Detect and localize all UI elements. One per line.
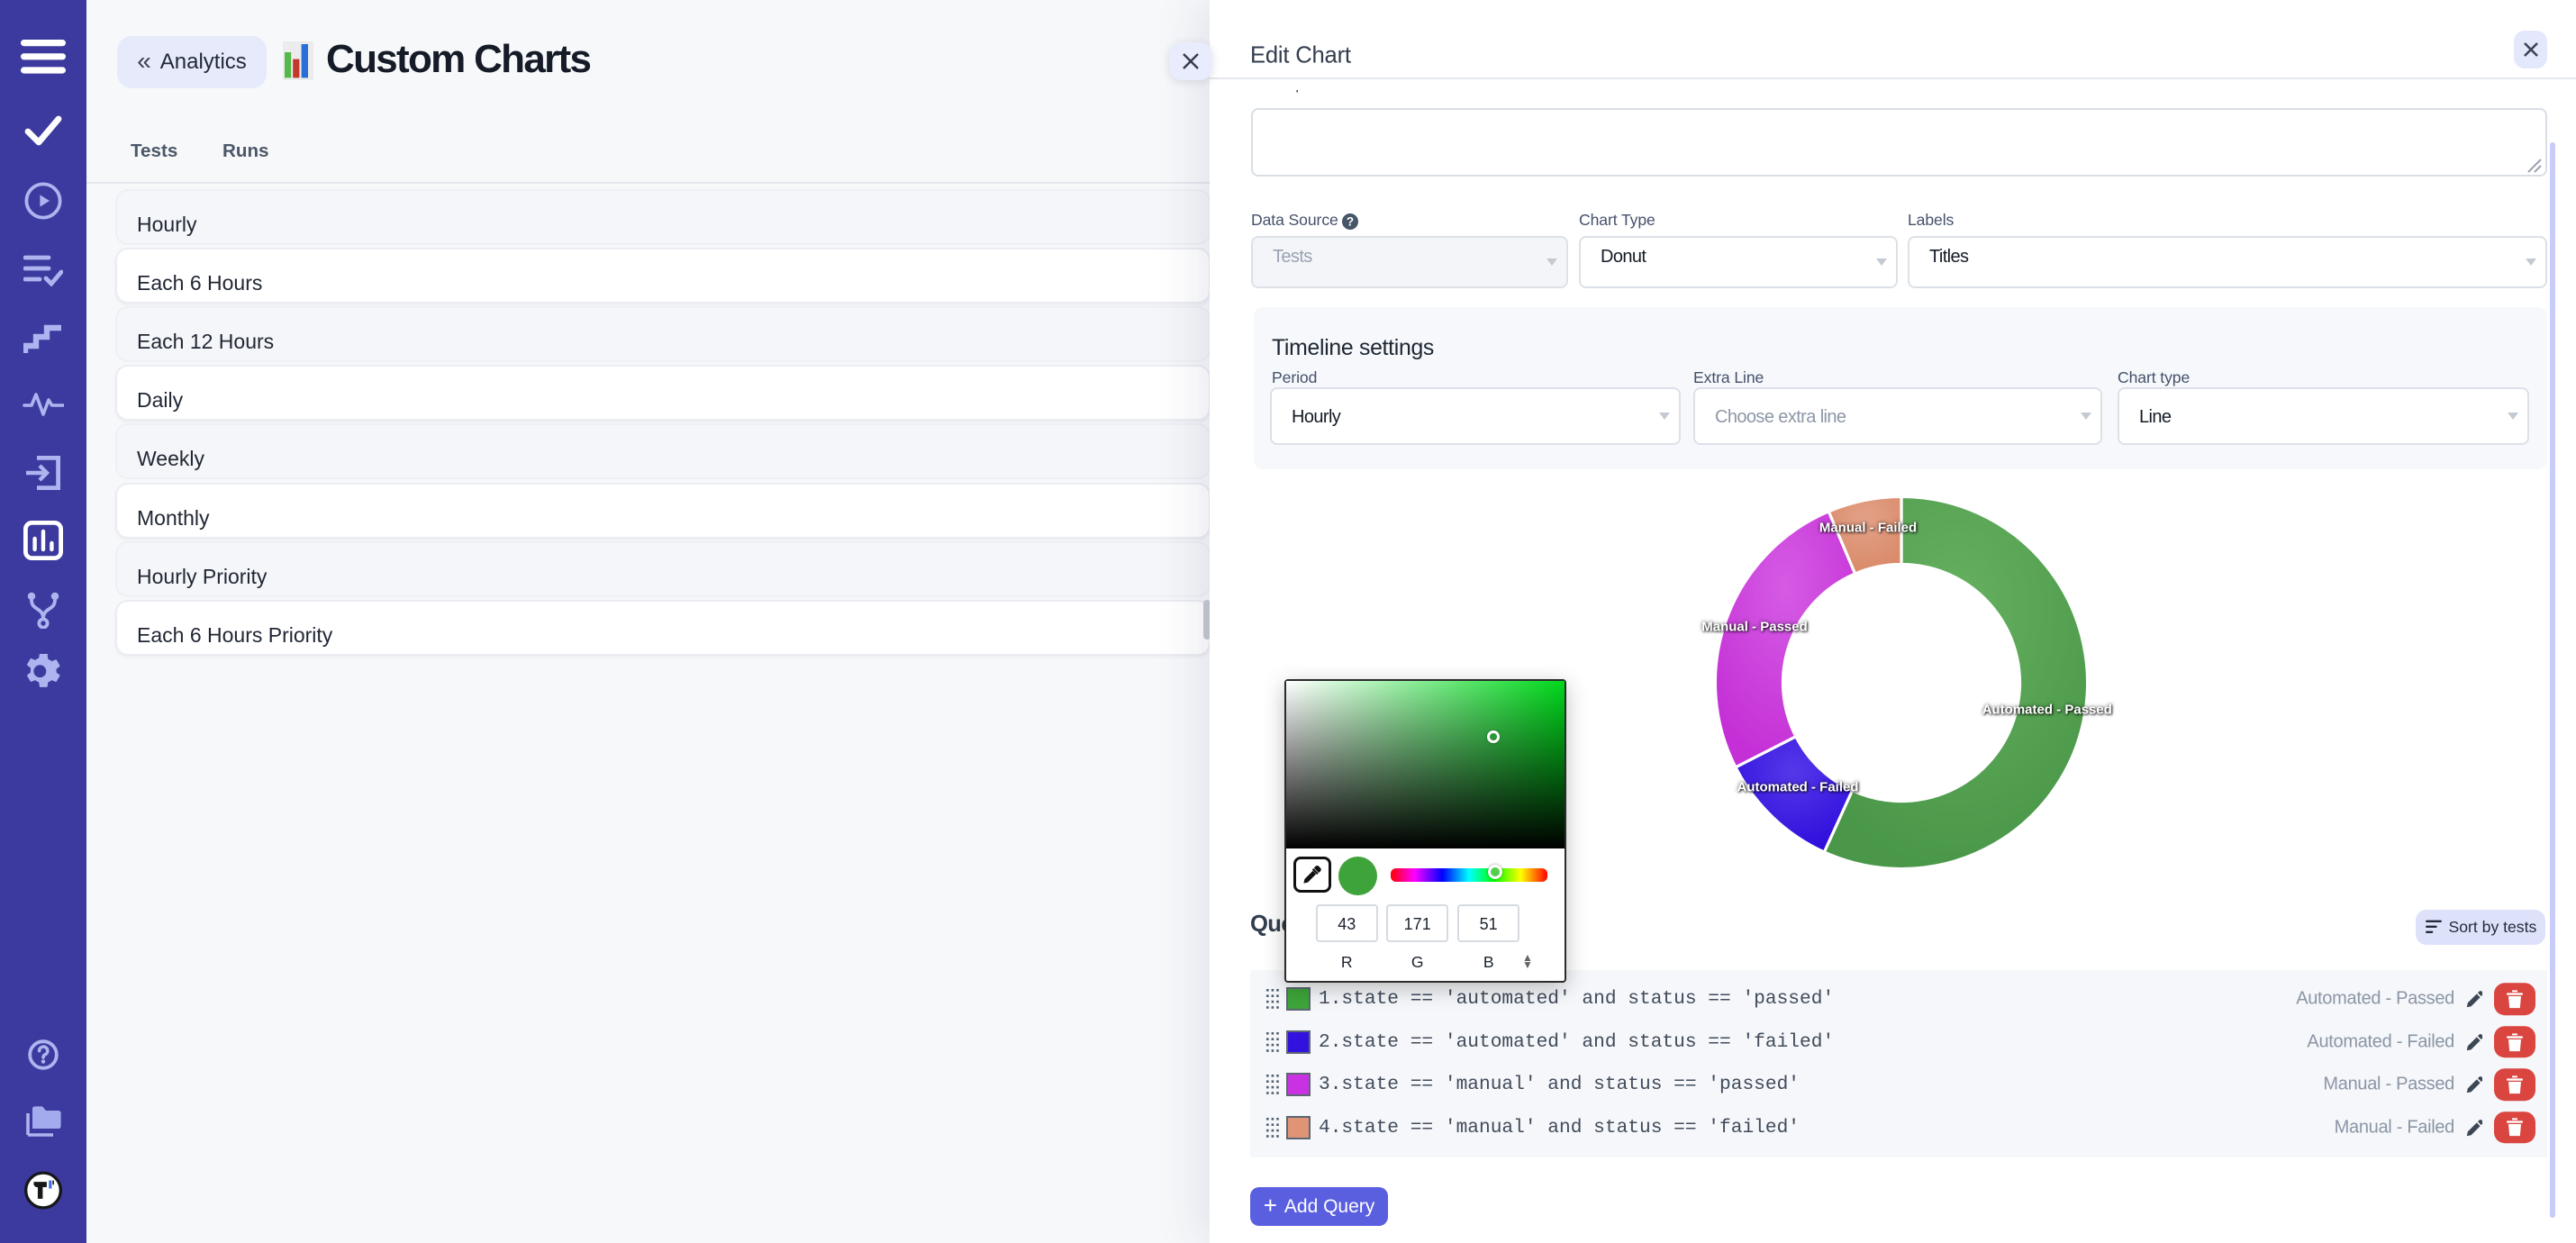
svg-text:?: ? — [1347, 215, 1354, 229]
